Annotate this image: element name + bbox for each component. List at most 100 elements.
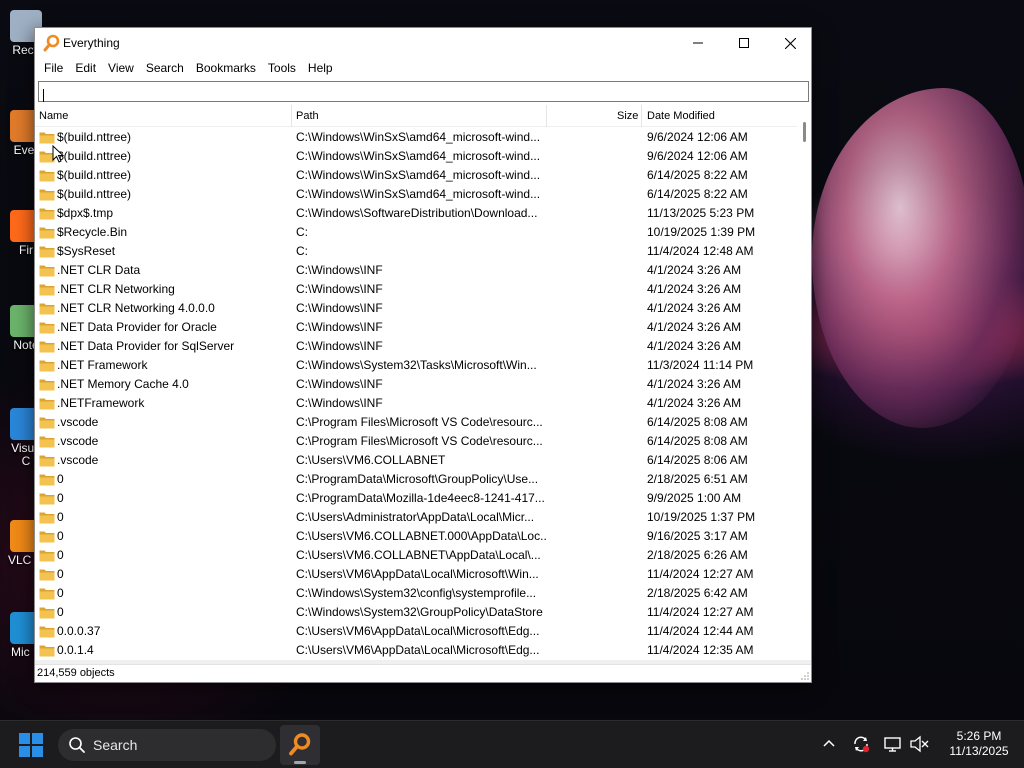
result-row[interactable]: $dpx$.tmp C:\Windows\SoftwareDistribution…: [35, 204, 797, 223]
column-divider[interactable]: [291, 105, 292, 127]
result-row[interactable]: .NET CLR Networking C:\Windows\INF 4/1/202…: [35, 280, 797, 299]
clock[interactable]: 5:26 PM 11/13/2025: [944, 729, 1014, 759]
volume-muted-icon[interactable]: [910, 735, 930, 753]
result-date: 6/14/2025 8:22 AM: [647, 187, 748, 201]
taskbar-everything-button[interactable]: [280, 725, 320, 765]
result-row[interactable]: 0 C:\Users\VM6\AppData\Local\Microsoft\Wi…: [35, 565, 797, 584]
result-name: 0: [57, 605, 64, 619]
result-row[interactable]: 0 C:\ProgramData\Mozilla-1de4eec8-1241-41…: [35, 489, 797, 508]
result-name: .NETFramework: [57, 396, 145, 410]
chevron-up-icon[interactable]: [823, 739, 835, 747]
result-name-cell: $(build.nttree): [39, 185, 289, 204]
result-date: 10/19/2025 1:37 PM: [647, 510, 756, 524]
result-name-cell: $(build.nttree): [39, 147, 289, 166]
sync-icon[interactable]: [852, 735, 870, 753]
folder-icon: [39, 550, 55, 562]
result-row[interactable]: .NET CLR Networking 4.0.0.0 C:\Windows\IN…: [35, 299, 797, 318]
running-indicator: [294, 761, 306, 764]
menu-help[interactable]: Help: [302, 58, 339, 79]
result-row[interactable]: .NET CLR Data C:\Windows\INF 4/1/2024 3:26…: [35, 261, 797, 280]
vertical-scrollbar[interactable]: [797, 105, 811, 660]
result-name-cell: 0: [39, 584, 289, 603]
result-row[interactable]: .NET Framework C:\Windows\System32\Tasks\…: [35, 356, 797, 375]
resize-grip-icon[interactable]: [801, 672, 809, 680]
result-row[interactable]: 0.0.0.37 C:\Users\VM6\AppData\Local\Micro…: [35, 622, 797, 641]
result-row[interactable]: 0 C:\Windows\System32\GroupPolicy\DataSto…: [35, 603, 797, 622]
result-row[interactable]: 0 C:\Users\VM6.COLLABNET.000\AppData\Loc.…: [35, 527, 797, 546]
windows-start-icon[interactable]: [19, 733, 43, 757]
folder-icon: [39, 588, 55, 600]
folder-icon: [39, 189, 55, 201]
menu-file[interactable]: File: [38, 58, 69, 79]
result-date: 4/1/2024 3:26 AM: [647, 263, 742, 277]
result-date: 11/4/2024 12:48 AM: [647, 244, 754, 258]
result-date: 9/16/2025 3:17 AM: [647, 529, 748, 543]
result-row[interactable]: .vscode C:\Program Files\Microsoft VS Cod…: [35, 413, 797, 432]
result-row[interactable]: 0 C:\Users\Administrator\AppData\Local\Mi…: [35, 508, 797, 527]
result-name-cell: .vscode: [39, 451, 289, 470]
result-path: C:\Program Files\Microsoft VS Code\resou…: [296, 415, 543, 429]
result-row[interactable]: $(build.nttree) C:\Windows\WinSxS\amd64_m…: [35, 147, 797, 166]
folder-icon: [39, 645, 55, 657]
result-name-cell: $(build.nttree): [39, 166, 289, 185]
result-name-cell: $Recycle.Bin: [39, 223, 289, 242]
result-name-cell: 0: [39, 527, 289, 546]
result-row[interactable]: $(build.nttree) C:\Windows\WinSxS\amd64_m…: [35, 128, 797, 147]
minimize-button[interactable]: [675, 28, 721, 58]
result-path: C:\Windows\INF: [296, 263, 383, 277]
menu-search[interactable]: Search: [140, 58, 190, 79]
search-input[interactable]: [38, 81, 809, 102]
column-name[interactable]: Name: [39, 105, 68, 127]
result-row[interactable]: $SysReset C: 11/4/2024 12:48 AM: [35, 242, 797, 261]
result-name-cell: $(build.nttree): [39, 128, 289, 147]
search-icon: [69, 737, 85, 753]
result-row[interactable]: 0 C:\Windows\System32\config\systemprofil…: [35, 584, 797, 603]
result-path: C:\Windows\INF: [296, 396, 383, 410]
scrollbar-thumb[interactable]: [803, 122, 806, 142]
result-name-cell: 0: [39, 565, 289, 584]
column-path[interactable]: Path: [296, 105, 319, 127]
folder-icon: [39, 512, 55, 524]
menu-bookmarks[interactable]: Bookmarks: [190, 58, 262, 79]
result-path: C:\Windows\INF: [296, 339, 383, 353]
result-name-cell: .vscode: [39, 432, 289, 451]
column-size[interactable]: Size: [617, 105, 638, 127]
result-row[interactable]: 0 C:\Users\VM6.COLLABNET\AppData\Local\..…: [35, 546, 797, 565]
close-button[interactable]: [767, 28, 813, 58]
maximize-button[interactable]: [721, 28, 767, 58]
result-row[interactable]: .vscode C:\Users\VM6.COLLABNET 6/14/2025 8…: [35, 451, 797, 470]
close-icon: [784, 37, 796, 49]
result-row[interactable]: $(build.nttree) C:\Windows\WinSxS\amd64_m…: [35, 166, 797, 185]
menu-bar: File Edit View Search Bookmarks Tools He…: [35, 58, 811, 79]
result-row[interactable]: .NETFramework C:\Windows\INF 4/1/2024 3:26…: [35, 394, 797, 413]
result-path: C:\Windows\System32\config\systemprofile…: [296, 586, 537, 600]
column-date-modified[interactable]: Date Modified: [647, 105, 715, 127]
result-path: C:\Windows\System32\GroupPolicy\DataStor…: [296, 605, 543, 619]
result-name: $(build.nttree): [57, 187, 132, 201]
column-divider[interactable]: [546, 105, 547, 127]
menu-edit[interactable]: Edit: [69, 58, 102, 79]
result-row[interactable]: .NET Data Provider for SqlServer C:\Windo…: [35, 337, 797, 356]
result-date: 11/4/2024 12:27 AM: [647, 567, 754, 581]
column-divider[interactable]: [641, 105, 642, 127]
result-row[interactable]: $(build.nttree) C:\Windows\WinSxS\amd64_m…: [35, 185, 797, 204]
result-row[interactable]: $Recycle.Bin C: 10/19/2025 1:39 PM: [35, 223, 797, 242]
folder-icon: [39, 227, 55, 239]
result-row[interactable]: 0.0.1.4 C:\Users\VM6\AppData\Local\Micros…: [35, 641, 797, 660]
result-row[interactable]: .NET Data Provider for Oracle C:\Windows\…: [35, 318, 797, 337]
result-date: 11/3/2024 11:14 PM: [647, 358, 754, 372]
result-path: C:\Users\VM6\AppData\Local\Microsoft\Win…: [296, 567, 539, 581]
menu-view[interactable]: View: [102, 58, 140, 79]
folder-icon: [39, 379, 55, 391]
result-path: C:\Program Files\Microsoft VS Code\resou…: [296, 434, 543, 448]
taskbar-search-box[interactable]: Search: [58, 729, 276, 761]
result-row[interactable]: .vscode C:\Program Files\Microsoft VS Cod…: [35, 432, 797, 451]
taskbar: Search 5:26 PM 11/13/2025: [0, 720, 1024, 768]
result-row[interactable]: 0 C:\ProgramData\Microsoft\GroupPolicy\Us…: [35, 470, 797, 489]
result-date: 2/18/2025 6:42 AM: [647, 586, 748, 600]
result-path: C:\Users\VM6\AppData\Local\Microsoft\Edg…: [296, 624, 540, 638]
network-icon[interactable]: [884, 735, 902, 753]
result-row[interactable]: .NET Memory Cache 4.0 C:\Windows\INF 4/1/2…: [35, 375, 797, 394]
title-bar[interactable]: Everything: [35, 28, 811, 58]
menu-tools[interactable]: Tools: [262, 58, 302, 79]
